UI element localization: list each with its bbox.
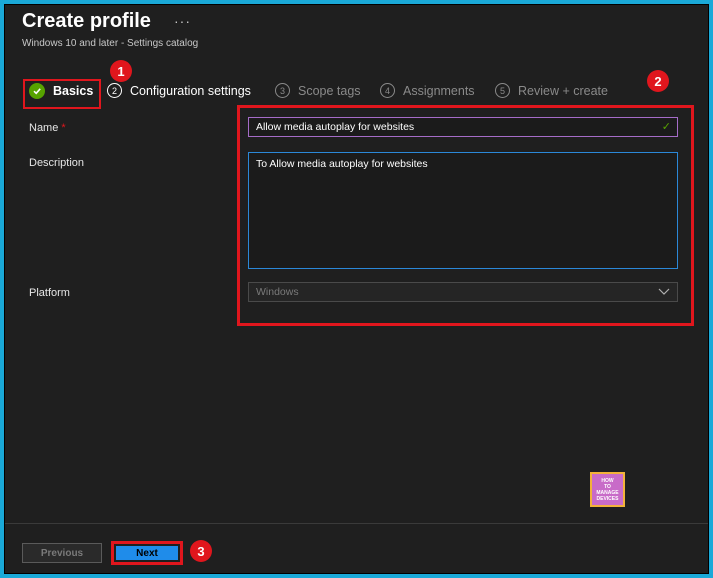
platform-value: Windows [256,286,299,298]
step-number: 2 [107,83,122,98]
step-number: 5 [495,83,510,98]
checkmark-circle-icon [29,83,45,99]
tab-configuration-settings[interactable]: 2 Configuration settings [107,83,251,98]
page-title: Create profile [22,10,151,32]
name-label: Name * [29,122,66,134]
create-profile-panel: Create profile ··· Windows 10 and later … [4,4,709,574]
wizard-steps: Basics 2 Configuration settings 3 Scope … [5,79,710,109]
checkmark-icon: ✓ [661,121,671,133]
tab-basics-label: Basics [53,84,94,98]
tab-scope-tags[interactable]: 3 Scope tags [275,83,361,98]
step-number: 3 [275,83,290,98]
platform-select[interactable]: Windows [248,282,678,302]
step-number: 4 [380,83,395,98]
how-to-manage-devices-logo: HOW TO MANAGE DEVICES [590,472,625,507]
description-value: To Allow media autoplay for websites [256,158,428,170]
description-label: Description [29,157,85,169]
required-marker: * [61,122,66,134]
next-highlight-box: Next [111,541,183,565]
name-input[interactable]: Allow media autoplay for websites ✓ [248,117,678,137]
tab-review-create[interactable]: 5 Review + create [495,83,608,98]
name-input-value: Allow media autoplay for websites [256,121,415,133]
ellipsis-icon[interactable]: ··· [174,13,191,29]
tab-assignments-label: Assignments [403,83,475,98]
description-textarea[interactable]: To Allow media autoplay for websites [248,152,678,269]
tab-assignments[interactable]: 4 Assignments [380,83,475,98]
tab-scope-tags-label: Scope tags [298,83,361,98]
previous-button[interactable]: Previous [22,543,102,563]
platform-label: Platform [29,287,70,299]
annotation-badge-1: 1 [110,60,132,82]
tab-basics[interactable]: Basics [29,83,93,99]
tab-configuration-settings-label: Configuration settings [130,83,251,98]
next-button[interactable]: Next [116,546,178,560]
annotation-badge-2: 2 [647,70,669,92]
page-subtitle: Windows 10 and later - Settings catalog [22,38,199,49]
chevron-down-icon [658,286,670,299]
annotation-badge-3: 3 [190,540,212,562]
footer-divider [5,523,708,524]
tab-review-create-label: Review + create [518,83,608,98]
